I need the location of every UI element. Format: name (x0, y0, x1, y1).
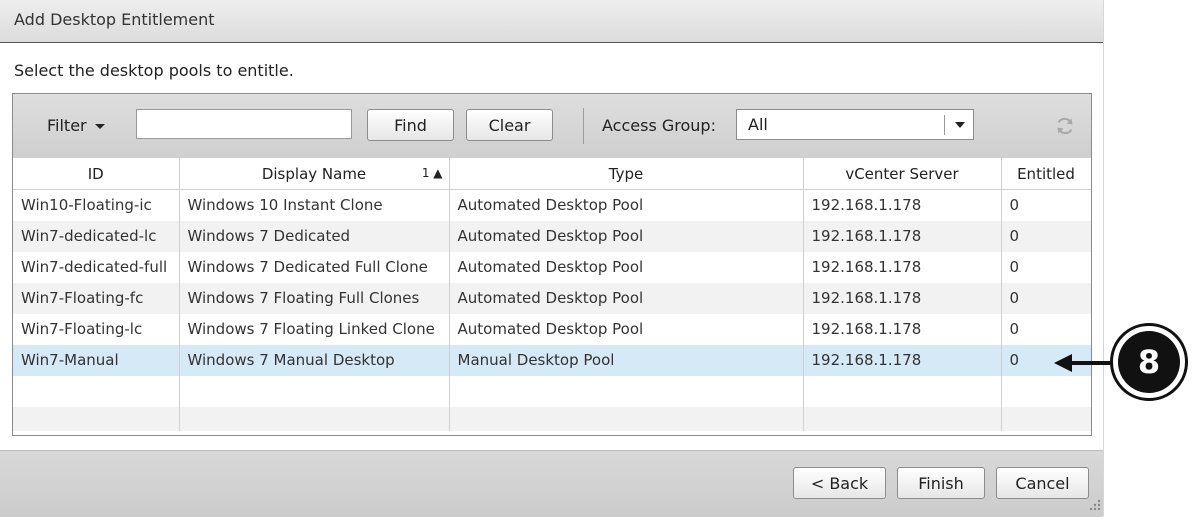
access-group-value: All (748, 115, 768, 134)
step-callout: 8 (1110, 323, 1188, 401)
chevron-down-icon (94, 124, 105, 129)
sort-ascending-icon: 1 ▲ (421, 166, 443, 180)
cell-type: Manual Desktop Pool (449, 344, 804, 376)
cell-entitled: 0 (1001, 189, 1091, 221)
finish-button[interactable]: Finish (897, 467, 985, 499)
cell-id: Win7-Floating-fc (13, 282, 180, 314)
column-header-id[interactable]: ID (13, 158, 180, 190)
cell-display-name: Windows 7 Dedicated Full Clone (179, 251, 450, 283)
cell-vcenter: 192.168.1.178 (803, 189, 1002, 221)
dialog-footer: < Back Finish Cancel (0, 450, 1103, 517)
cell-id: Win7-Floating-lc (13, 313, 180, 345)
cell-type: Automated Desktop Pool (449, 313, 804, 345)
callout-arrow-icon (1054, 354, 1114, 372)
clear-button[interactable]: Clear (466, 109, 553, 141)
cell-id: Win7-dedicated-lc (13, 220, 180, 252)
cell-entitled: 0 (1001, 251, 1091, 283)
table-row[interactable]: Win7-Floating-lc Windows 7 Floating Link… (13, 313, 1091, 345)
step-number: 8 (1118, 331, 1180, 393)
cancel-button[interactable]: Cancel (996, 467, 1089, 499)
back-button[interactable]: < Back (793, 467, 886, 499)
column-label: vCenter Server (845, 164, 959, 183)
cell-display-name: Windows 10 Instant Clone (179, 189, 450, 221)
cell-type: Automated Desktop Pool (449, 220, 804, 252)
resize-grip-icon[interactable] (1088, 498, 1102, 512)
instruction-text: Select the desktop pools to entitle. (14, 61, 294, 80)
column-header-vcenter-server[interactable]: vCenter Server (803, 158, 1002, 190)
cell-vcenter: 192.168.1.178 (803, 282, 1002, 314)
cell-id: Win7-dedicated-full (13, 251, 180, 283)
cell-id: Win10-Floating-ic (13, 189, 180, 221)
toolbar-divider (583, 108, 584, 144)
cell-vcenter: 192.168.1.178 (803, 251, 1002, 283)
cell-vcenter: 192.168.1.178 (803, 220, 1002, 252)
cell-id: Win7-Manual (13, 344, 180, 376)
column-label: Display Name (261, 164, 367, 183)
table-row-selected[interactable]: Win7-Manual Windows 7 Manual Desktop Man… (13, 344, 1091, 376)
filter-label: Filter (47, 116, 87, 135)
dialog-titlebar: Add Desktop Entitlement (0, 0, 1103, 43)
cell-type: Automated Desktop Pool (449, 282, 804, 314)
column-header-type[interactable]: Type (449, 158, 804, 190)
empty-row (13, 375, 1091, 407)
access-group-select[interactable]: All (736, 109, 974, 140)
table-header-row: ID Display Name 1 ▲ Type vCenter Server E… (13, 158, 1091, 190)
cell-display-name: Windows 7 Floating Full Clones (179, 282, 450, 314)
table-row[interactable]: Win7-Floating-fc Windows 7 Floating Full… (13, 282, 1091, 314)
table-row[interactable]: Win7-dedicated-full Windows 7 Dedicated … (13, 251, 1091, 283)
cell-display-name: Windows 7 Floating Linked Clone (179, 313, 450, 345)
dialog-title: Add Desktop Entitlement (14, 10, 215, 29)
refresh-icon[interactable] (1054, 115, 1076, 137)
desktop-pools-table: ID Display Name 1 ▲ Type vCenter Server E… (13, 158, 1091, 431)
filter-dropdown[interactable]: Filter (47, 116, 105, 135)
filter-input[interactable] (136, 109, 352, 139)
cell-type: Automated Desktop Pool (449, 251, 804, 283)
pool-selection-panel: Filter Find Clear Access Group: All ID D… (12, 93, 1092, 436)
access-group-label: Access Group: (602, 116, 716, 135)
empty-row (13, 406, 1091, 431)
column-label: Entitled (1017, 164, 1075, 183)
table-row[interactable]: Win7-dedicated-lc Windows 7 Dedicated Au… (13, 220, 1091, 252)
column-label: Type (608, 164, 644, 183)
cell-type: Automated Desktop Pool (449, 189, 804, 221)
find-button[interactable]: Find (367, 109, 454, 141)
filter-toolbar: Filter Find Clear Access Group: All (13, 94, 1091, 159)
column-header-display-name[interactable]: Display Name 1 ▲ (179, 158, 450, 190)
add-desktop-entitlement-dialog: Add Desktop Entitlement Select the deskt… (0, 0, 1104, 517)
cell-entitled: 0 (1001, 282, 1091, 314)
select-divider (944, 115, 945, 135)
chevron-down-icon (955, 122, 965, 128)
table-row[interactable]: Win10-Floating-ic Windows 10 Instant Clo… (13, 189, 1091, 221)
cell-display-name: Windows 7 Dedicated (179, 220, 450, 252)
cell-entitled: 0 (1001, 313, 1091, 345)
cell-vcenter: 192.168.1.178 (803, 313, 1002, 345)
cell-entitled: 0 (1001, 220, 1091, 252)
column-header-entitled[interactable]: Entitled (1001, 158, 1091, 190)
cell-display-name: Windows 7 Manual Desktop (179, 344, 450, 376)
column-label: ID (87, 164, 104, 183)
cell-vcenter: 192.168.1.178 (803, 344, 1002, 376)
